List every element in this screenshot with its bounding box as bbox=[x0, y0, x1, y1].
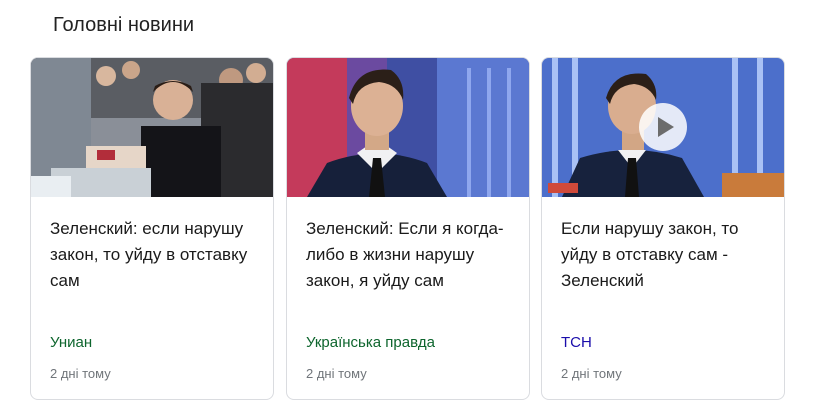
news-headline-1[interactable]: Зеленский: если нарушу закон, то уйду в … bbox=[50, 216, 259, 294]
news-time-2: 2 дні тому bbox=[306, 366, 367, 381]
news-source-1: Униан bbox=[50, 334, 93, 351]
news-time-3: 2 дні тому bbox=[561, 366, 622, 381]
news-time-1: 2 дні тому bbox=[50, 366, 111, 381]
news-headline-2[interactable]: Зеленский: Если я когда-либо в жизни нар… bbox=[306, 216, 515, 294]
news-card-2[interactable]: Зеленский: Если я когда-либо в жизни нар… bbox=[286, 57, 530, 400]
news-source-2: Українська правда bbox=[306, 334, 435, 351]
news-card-1[interactable]: Зеленский: если нарушу закон, то уйду в … bbox=[30, 57, 274, 400]
news-headline-3[interactable]: Если нарушу закон, то уйду в отставку са… bbox=[561, 216, 770, 294]
news-thumbnail-2[interactable] bbox=[287, 58, 529, 197]
top-stories-heading: Головні новини bbox=[53, 14, 195, 36]
news-thumbnail-1[interactable] bbox=[31, 58, 273, 197]
news-card-3[interactable]: Если нарушу закон, то уйду в отставку са… bbox=[541, 57, 785, 400]
play-icon[interactable] bbox=[639, 103, 687, 151]
news-source-3: ТСН bbox=[561, 334, 592, 351]
